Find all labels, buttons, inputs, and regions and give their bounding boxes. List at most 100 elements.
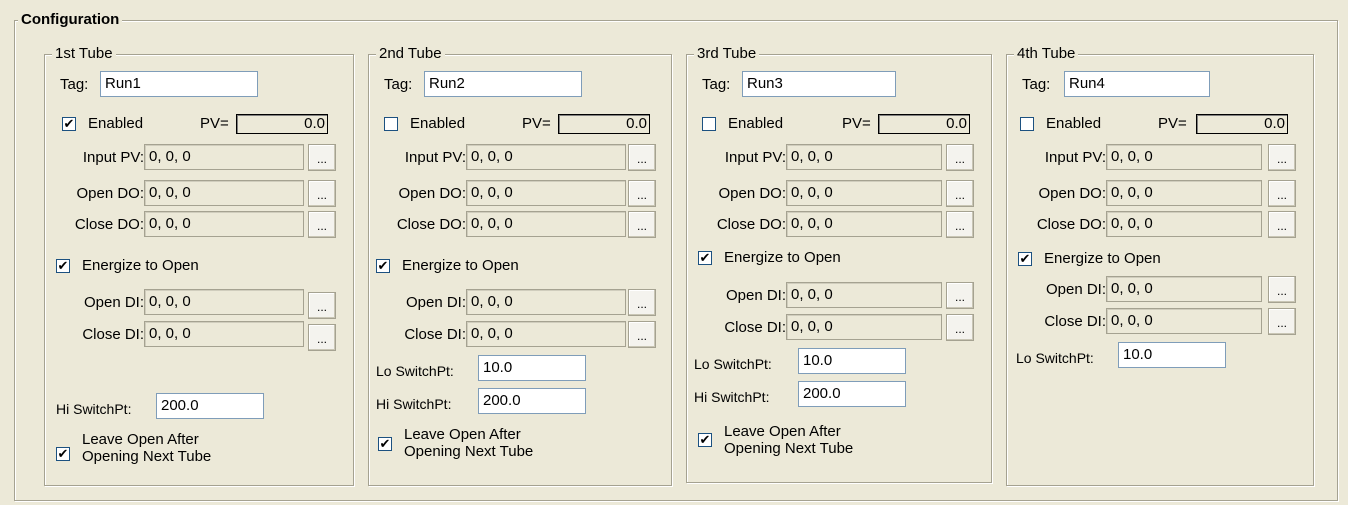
tube-4-open-di-browse-button[interactable]: ... (1268, 276, 1296, 303)
tube-4-close-di-label: Close DI: (1044, 313, 1106, 330)
tube-4-close-do-label: Close DO: (1036, 216, 1106, 233)
tube-1-leave-open-label: Leave Open After Opening Next Tube (82, 431, 212, 465)
tube-3-open-di-browse-button[interactable]: ... (946, 282, 974, 309)
tube-2-close-do-field: 0, 0, 0 (466, 211, 626, 237)
tube-4-pv-value: 0.0 (1196, 114, 1288, 134)
tube-2-energize-label: Energize to Open (402, 257, 519, 274)
tube-4-tag-label: Tag: (1022, 76, 1051, 93)
tube-2-close-do-browse-button[interactable]: ... (628, 211, 656, 238)
tube-4-open-di-field: 0, 0, 0 (1106, 276, 1262, 302)
tube-1-close-di-field: 0, 0, 0 (144, 321, 304, 347)
tube-3-close-do-label: Close DO: (716, 216, 786, 233)
tube-3-tag-input[interactable]: Run3 (742, 71, 896, 97)
tube-1-open-di-field: 0, 0, 0 (144, 289, 304, 315)
tube-1-open-do-label: Open DO: (76, 185, 144, 202)
tube-3-open-do-label: Open DO: (718, 185, 786, 202)
tube-4-close-do-field: 0, 0, 0 (1106, 211, 1262, 237)
tube-4-open-do-browse-button[interactable]: ... (1268, 180, 1296, 207)
tube-2-close-di-browse-button[interactable]: ... (628, 321, 656, 348)
tube-1-pv-label: PV= (200, 115, 229, 132)
tube-2-hi-switch-label: Hi SwitchPt: (376, 396, 452, 412)
tube-2-close-do-label: Close DO: (396, 216, 466, 233)
tube-3-open-do-browse-button[interactable]: ... (946, 180, 974, 207)
tube-2-leave-open-label: Leave Open After Opening Next Tube (404, 426, 534, 460)
tube-2-leave-open-checkbox[interactable] (378, 437, 392, 451)
tube-3-open-di-label: Open DI: (725, 287, 786, 304)
tube-3-input-pv-browse-button[interactable]: ... (946, 144, 974, 171)
tube-1-open-di-browse-button[interactable]: ... (308, 292, 336, 319)
tube-1-open-di-label: Open DI: (83, 294, 144, 311)
tube-1-input-pv-label: Input PV: (82, 149, 144, 166)
tube-2-input-pv-label: Input PV: (404, 149, 466, 166)
tube-2-lo-switch-label: Lo SwitchPt: (376, 363, 454, 379)
tube-4-lo-switch-label: Lo SwitchPt: (1016, 350, 1094, 366)
tube-3-enabled-label: Enabled (728, 115, 784, 132)
tube-3-tag-label: Tag: (702, 76, 731, 93)
tube-3-close-do-browse-button[interactable]: ... (946, 211, 974, 238)
tube-2-energize-checkbox[interactable] (376, 259, 390, 273)
tube-1-leave-open-checkbox[interactable] (56, 447, 70, 461)
tube-4-energize-checkbox[interactable] (1018, 252, 1032, 266)
tube-1-close-do-field: 0, 0, 0 (144, 211, 304, 237)
tube-4-close-di-browse-button[interactable]: ... (1268, 308, 1296, 335)
tube-1-tag-input[interactable]: Run1 (100, 71, 258, 97)
tube-3-hi-switch-input[interactable]: 200.0 (798, 381, 906, 407)
tube-3-close-di-field: 0, 0, 0 (786, 314, 942, 340)
tube-1-hi-switch-input[interactable]: 200.0 (156, 393, 264, 419)
tube-2-tag-label: Tag: (384, 76, 413, 93)
tube-3-input-pv-field: 0, 0, 0 (786, 144, 942, 170)
tube-3-leave-open-checkbox[interactable] (698, 433, 712, 447)
tube-3-enabled-checkbox[interactable] (702, 117, 716, 131)
tube-3-input-pv-label: Input PV: (724, 149, 786, 166)
tube-2-open-do-field: 0, 0, 0 (466, 180, 626, 206)
tube-3-close-di-browse-button[interactable]: ... (946, 314, 974, 341)
tube-1-input-pv-browse-button[interactable]: ... (308, 144, 336, 171)
configuration-label: Configuration (18, 12, 123, 28)
tube-4-pv-label: PV= (1158, 115, 1187, 132)
tube-4-lo-switch-input[interactable]: 10.0 (1118, 342, 1226, 368)
tube-1-energize-label: Energize to Open (82, 257, 199, 274)
tube-2-lo-switch-input[interactable]: 10.0 (478, 355, 586, 381)
tube-4-open-di-label: Open DI: (1045, 281, 1106, 298)
tube-1-open-do-browse-button[interactable]: ... (308, 180, 336, 207)
tube-2-open-di-label: Open DI: (405, 294, 466, 311)
tube-3-energize-label: Energize to Open (724, 249, 841, 266)
tube-3-open-di-field: 0, 0, 0 (786, 282, 942, 308)
tube-4-close-do-browse-button[interactable]: ... (1268, 211, 1296, 238)
tube-4-open-do-label: Open DO: (1038, 185, 1106, 202)
tube-2-open-do-label: Open DO: (398, 185, 466, 202)
tube-4-enabled-checkbox[interactable] (1020, 117, 1034, 131)
tube-3-lo-switch-input[interactable]: 10.0 (798, 348, 906, 374)
tube-4-title: 4th Tube (1014, 46, 1079, 62)
tube-2-hi-switch-input[interactable]: 200.0 (478, 388, 586, 414)
tube-1-close-di-browse-button[interactable]: ... (308, 324, 336, 351)
tube-1-close-do-label: Close DO: (74, 216, 144, 233)
tube-1-close-do-browse-button[interactable]: ... (308, 211, 336, 238)
tube-1-pv-value: 0.0 (236, 114, 328, 134)
tube-2-title: 2nd Tube (376, 46, 445, 62)
tube-2-input-pv-browse-button[interactable]: ... (628, 144, 656, 171)
tube-3-lo-switch-label: Lo SwitchPt: (694, 356, 772, 372)
tube-2-tag-input[interactable]: Run2 (424, 71, 582, 97)
tube-3-open-do-field: 0, 0, 0 (786, 180, 942, 206)
tube-2-open-di-browse-button[interactable]: ... (628, 289, 656, 316)
tube-1-energize-checkbox[interactable] (56, 259, 70, 273)
tube-4-tag-input[interactable]: Run4 (1064, 71, 1210, 97)
tube-3-title: 3rd Tube (694, 46, 760, 62)
tube-2-enabled-checkbox[interactable] (384, 117, 398, 131)
tube-3-close-do-field: 0, 0, 0 (786, 211, 942, 237)
tube-2-open-do-browse-button[interactable]: ... (628, 180, 656, 207)
tube-1-title: 1st Tube (52, 46, 116, 62)
tube-1-enabled-label: Enabled (88, 115, 144, 132)
tube-2-enabled-label: Enabled (410, 115, 466, 132)
tube-3-energize-checkbox[interactable] (698, 251, 712, 265)
tube-2-close-di-field: 0, 0, 0 (466, 321, 626, 347)
tube-3-leave-open-label: Leave Open After Opening Next Tube (724, 423, 854, 457)
tube-4-close-di-field: 0, 0, 0 (1106, 308, 1262, 334)
tube-2-open-di-field: 0, 0, 0 (466, 289, 626, 315)
tube-1-enabled-checkbox[interactable] (62, 117, 76, 131)
tube-2-close-di-label: Close DI: (404, 326, 466, 343)
tube-4-input-pv-browse-button[interactable]: ... (1268, 144, 1296, 171)
tube-3-hi-switch-label: Hi SwitchPt: (694, 389, 770, 405)
tube-3-pv-label: PV= (842, 115, 871, 132)
